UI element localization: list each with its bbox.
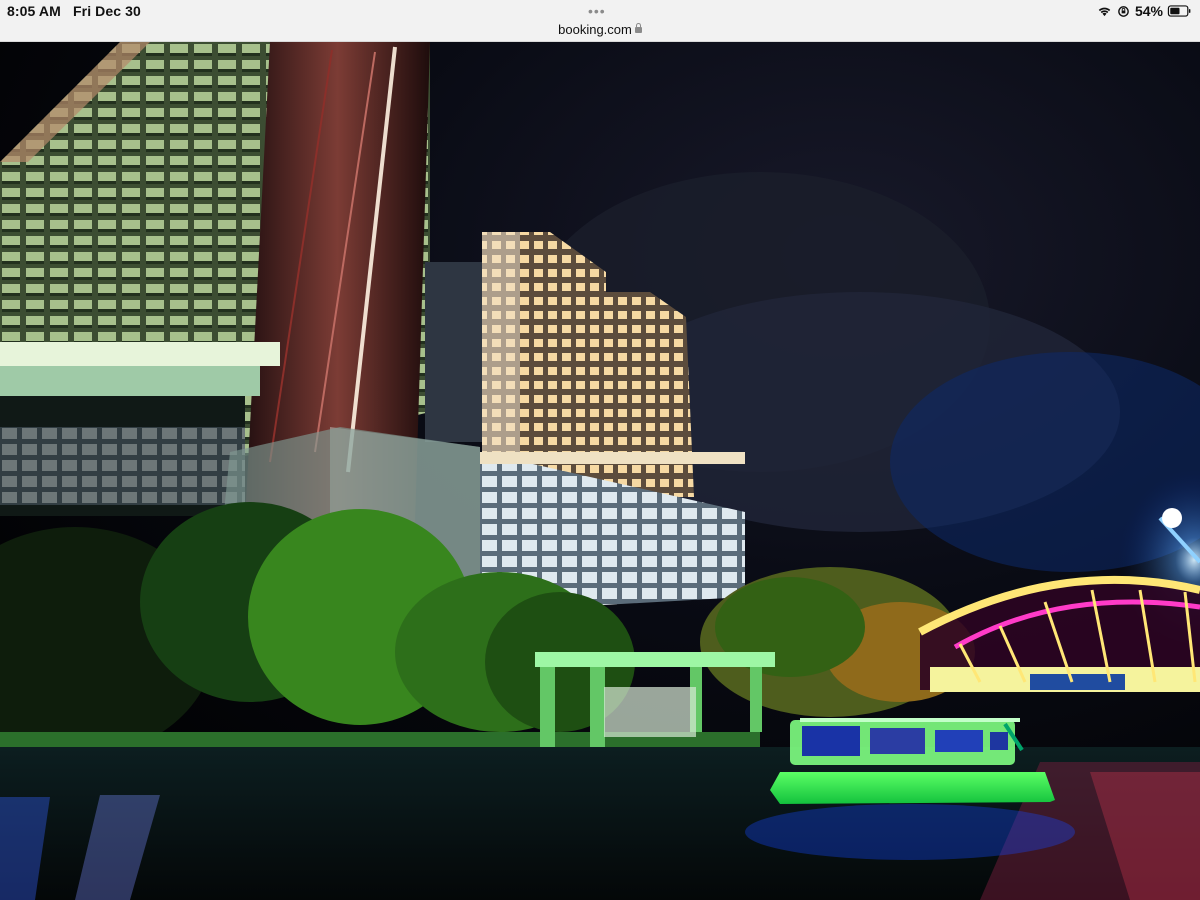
lock-icon (634, 23, 642, 33)
system-status: 54% (1097, 3, 1192, 19)
hotel-photo[interactable] (0, 42, 1200, 900)
night-scene-image (0, 42, 1200, 900)
wifi-icon (1098, 7, 1111, 17)
battery-icon (1167, 5, 1191, 17)
status-date: Fri Dec 30 (73, 3, 141, 19)
battery-percent: 54% (1134, 3, 1163, 19)
status-bar: 8:05 AM Fri Dec 30 ••• booking.com 54% (0, 0, 1200, 42)
url-text: booking.com (558, 22, 632, 37)
address-bar[interactable]: booking.com (0, 22, 1200, 37)
orientation-lock-icon (1118, 5, 1129, 17)
status-time: 8:05 AM (7, 3, 61, 19)
more-dots-icon[interactable]: ••• (588, 4, 606, 18)
